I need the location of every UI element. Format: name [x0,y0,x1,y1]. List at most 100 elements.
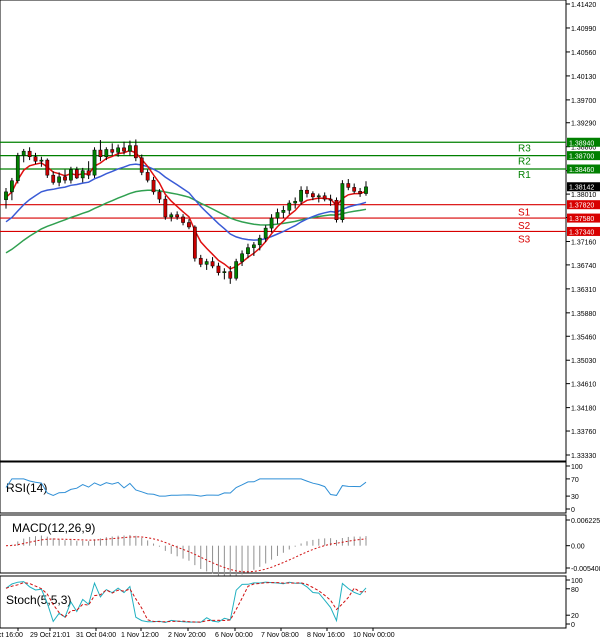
stoch-tick-label: 20 [571,613,579,620]
candle-bear [198,257,203,265]
candle-bull [80,170,85,179]
candle-bear [151,179,156,193]
price-tick-label: 1.33760 [571,429,596,436]
candle-bear [175,214,180,218]
price-tick-label: 1.36310 [571,287,596,294]
candle-bear [145,172,150,181]
level-price-label: 1.37340 [569,229,594,236]
macd-tick-label: -0.005408 [571,566,600,573]
candle-bull [275,212,280,219]
candle-bear [346,183,351,188]
candle-bull [257,237,262,246]
level-price-label: 1.38940 [569,140,594,147]
candle-bull [69,169,73,181]
candle-bull [128,145,132,152]
rsi-panel: RSI(14) 10070300 [0,461,583,514]
candle-bear [311,193,315,198]
candle-bear [45,159,50,176]
candle-bull [281,210,286,213]
candle-bull [263,227,268,239]
level-name-r1: R1 [518,170,531,181]
time-tick-label: 1 Nov 12:00 [121,632,159,639]
price-tick-label: 1.39700 [571,98,596,105]
candle-bear [133,145,138,159]
candle-bear [139,157,144,173]
candle-bear [86,170,91,176]
price-tick-label: 1.40130 [571,74,596,81]
current-price-marker: 1.38142 [567,182,600,192]
time-tick-label: 29 Oct 21:01 [30,632,70,639]
price-tick-label: 1.34610 [571,382,596,389]
level-price-label: 1.38460 [569,167,594,174]
rsi-tick-label: 30 [571,494,579,501]
candle-bear [358,191,362,194]
candle-bear [27,150,32,157]
candle-bear [210,261,215,267]
candle-bull [246,247,250,255]
time-tick-label: 8 Nov 16:00 [307,632,345,639]
candle-bull [204,261,209,265]
time-tick-label: 31 Oct 04:00 [76,632,116,639]
stoch-panel: Stoch(5,5,3) 100 80 20 0 [0,575,583,629]
time-tick-label: 6 Nov 00:00 [215,632,253,639]
stoch-tick-label: 80 [571,587,579,594]
price-tick-label: 1.35880 [571,311,596,318]
price-tick-label: 1.35460 [571,334,596,341]
candle-bear [122,147,126,152]
time-tick-label: ct 16:00 [0,632,23,639]
candle-bull [340,183,345,220]
time-tick-label: 2 Nov 20:00 [168,632,206,639]
price-tick-label: 1.34180 [571,406,596,413]
candle-bull [287,202,292,211]
candle-bear [352,187,357,192]
level-price-label: 1.37820 [569,203,594,210]
price-tick-label: 1.33330 [571,453,596,460]
macd-panel: MACD(12,26,9) 0.006225 0.00 -0.005408 [0,514,600,578]
forex-chart: 1.41420 1.40990 1.40560 1.40130 1.39700 1.392… [0,0,600,643]
candle-bear [63,176,67,181]
candle-bear [322,195,327,200]
candle-bear [98,149,103,157]
candle-bull [240,253,244,262]
stoch-label: Stoch(5,5,3) [6,593,71,607]
macd-tick-label: 0.00 [571,544,585,551]
level-name-s1: S1 [518,208,531,219]
candle-bull [116,147,121,153]
candle-bear [328,198,333,201]
candle-bear [334,199,339,220]
candle-bear [163,198,168,218]
rsi-tick-label: 70 [571,477,579,484]
candle-bull [293,201,298,204]
candle-bear [192,226,197,259]
current-price-label: 1.38142 [569,185,594,192]
candle-bull [104,149,109,157]
level-name-s3: S3 [518,234,531,245]
level-name-s2: S2 [518,221,531,232]
price-tick-label: 1.38010 [571,192,596,199]
rsi-tick-label: 0 [571,507,575,514]
price-tick-label: 1.41420 [571,2,596,9]
level-price-label: 1.37580 [569,216,594,223]
level-name-r2: R2 [518,157,531,168]
candle-bull [4,191,8,200]
candle-bear [110,149,115,153]
time-tick-label: 7 Nov 08:00 [261,632,299,639]
candle-bull [169,214,174,218]
candle-bull [21,150,26,156]
candle-bull [92,149,97,176]
macd-tick-label: 0.006225 [571,518,600,525]
candle-bull [234,261,239,279]
macd-label: MACD(12,26,9) [12,521,95,535]
price-tick-label: 1.39290 [571,121,596,128]
candle-bear [157,191,162,200]
candle-bear [181,216,185,223]
stoch-tick-label: 0 [571,622,575,629]
candle-bear [216,265,221,273]
candle-bull [15,155,20,181]
price-tick-label: 1.40990 [571,26,596,33]
price-panel: 1.41420 1.40990 1.40560 1.40130 1.39700 1.392… [0,0,600,462]
price-tick-label: 1.35030 [571,358,596,365]
candle-bear [74,169,79,179]
stoch-tick-label: 100 [571,578,583,585]
rsi-tick-label: 100 [571,464,583,471]
